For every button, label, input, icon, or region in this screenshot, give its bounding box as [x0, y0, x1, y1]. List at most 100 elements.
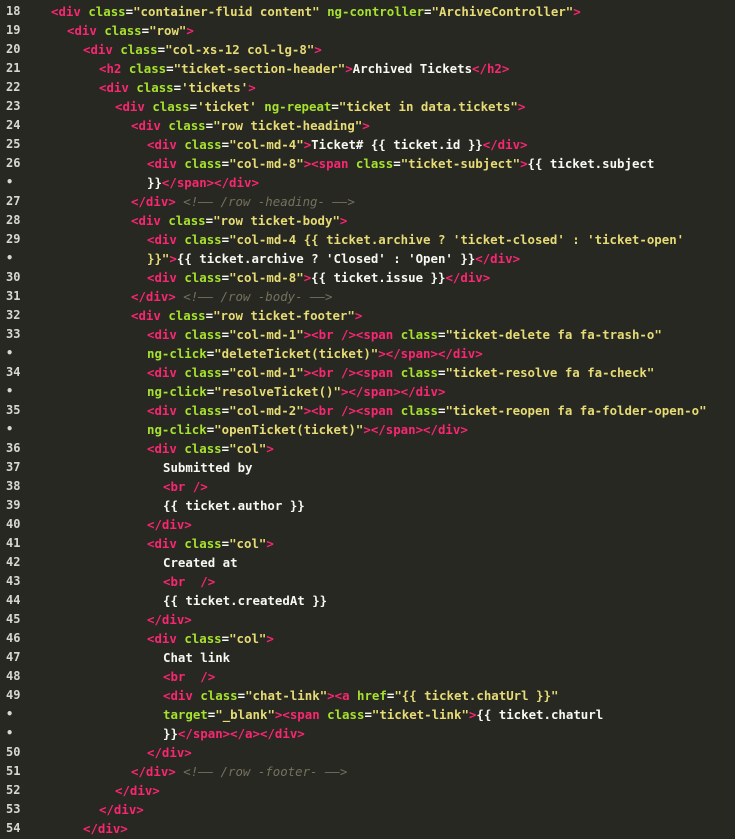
- code-token: <div: [147, 270, 185, 285]
- code-token: <div: [99, 80, 137, 95]
- code-line[interactable]: •}}</span></div>: [0, 173, 735, 192]
- code-line[interactable]: 53 </div>: [0, 800, 735, 819]
- code-editor[interactable]: 18 <div class="container-fluid content" n…: [0, 0, 735, 839]
- code-line[interactable]: • ng-click="openTicket(ticket)"></span></…: [0, 420, 735, 439]
- code-line[interactable]: 47 Chat link: [0, 648, 735, 667]
- code-line[interactable]: 42 Created at: [0, 553, 735, 572]
- code-line[interactable]: 50 </div>: [0, 743, 735, 762]
- code-line[interactable]: 36 <div class="col">: [0, 439, 735, 458]
- code-text[interactable]: ng-click="resolveTicket()"></span></div>: [147, 382, 445, 401]
- code-text[interactable]: <div class="row">: [67, 21, 194, 40]
- code-text[interactable]: <div class="col-xs-12 col-lg-8">: [83, 40, 322, 59]
- code-token: "row": [149, 23, 187, 38]
- code-token: "col-md-2": [229, 403, 304, 418]
- code-line[interactable]: 54 </div>: [0, 819, 735, 838]
- code-text[interactable]: {{ ticket.author }}: [163, 496, 305, 515]
- code-line[interactable]: 18 <div class="container-fluid content" n…: [0, 2, 735, 21]
- code-text[interactable]: </div> <!—— /row -body- ——>: [131, 287, 332, 306]
- code-text[interactable]: <div class="col">: [147, 534, 274, 553]
- code-text[interactable]: <div class='ticket' ng-repeat="ticket in…: [115, 97, 525, 116]
- code-text[interactable]: <br />: [163, 477, 208, 496]
- code-line[interactable]: 23 <div class='ticket' ng-repeat="ticket …: [0, 97, 735, 116]
- code-text[interactable]: <div class="col-md-1"><br /><span class=…: [147, 325, 662, 344]
- code-line[interactable]: 34 <div class="col-md-1"><br /><span clas…: [0, 363, 735, 382]
- code-line[interactable]: 28 <div class="row ticket-body">: [0, 211, 735, 230]
- code-line[interactable]: 43 <br />: [0, 572, 735, 591]
- code-line[interactable]: 41 <div class="col">: [0, 534, 735, 553]
- code-text[interactable]: <h2 class="ticket-section-header">Archiv…: [99, 59, 509, 78]
- code-text[interactable]: Submitted by: [163, 458, 253, 477]
- code-line[interactable]: • ng-click="deleteTicket(ticket)"></span>…: [0, 344, 735, 363]
- code-line[interactable]: 25 <div class="col-md-4">Ticket# {{ ticke…: [0, 135, 735, 154]
- code-text[interactable]: }}</span></div>: [147, 173, 259, 192]
- code-line[interactable]: 39 {{ ticket.author }}: [0, 496, 735, 515]
- code-line[interactable]: 26 <div class="col-md-8"><span class="tic…: [0, 154, 735, 173]
- code-text[interactable]: <div class="col-md-4">Ticket# {{ ticket.…: [147, 135, 528, 154]
- code-text[interactable]: ng-click="openTicket(ticket)"></span></d…: [147, 420, 468, 439]
- code-line[interactable]: 45 </div>: [0, 610, 735, 629]
- code-line[interactable]: 46 <div class="col">: [0, 629, 735, 648]
- code-text[interactable]: Created at: [163, 553, 238, 572]
- code-line[interactable]: 31 </div> <!—— /row -body- ——>: [0, 287, 735, 306]
- code-line[interactable]: 52 </div>: [0, 781, 735, 800]
- code-line[interactable]: • target="_blank"><span class="ticket-lin…: [0, 705, 735, 724]
- code-line[interactable]: 44 {{ ticket.createdAt }}: [0, 591, 735, 610]
- code-text[interactable]: <div class="chat-link"><a href="{{ ticke…: [163, 686, 558, 705]
- code-text[interactable]: <div class="col-md-4 {{ ticket.archive ?…: [147, 230, 684, 249]
- code-line[interactable]: 33 <div class="col-md-1"><br /><span clas…: [0, 325, 735, 344]
- line-number: 38: [6, 479, 21, 493]
- code-text[interactable]: </div> <!—— /row -footer- ——>: [131, 762, 347, 781]
- code-text[interactable]: <div class="col-md-8"><span class="ticke…: [147, 154, 654, 173]
- code-text[interactable]: </div>: [83, 819, 128, 838]
- code-line[interactable]: 19 <div class="row">: [0, 21, 735, 40]
- code-line[interactable]: 49 <div class="chat-link"><a href="{{ tic…: [0, 686, 735, 705]
- code-token: >: [266, 441, 274, 456]
- code-text[interactable]: </div>: [147, 743, 192, 762]
- code-text[interactable]: }}">{{ ticket.archive ? 'Closed' : 'Open…: [147, 249, 520, 268]
- code-line[interactable]: 48 <br />: [0, 667, 735, 686]
- code-text[interactable]: </div>: [99, 800, 144, 819]
- code-token: ><span: [303, 156, 356, 171]
- code-text[interactable]: <div class="col">: [147, 629, 274, 648]
- code-line[interactable]: • ng-click="resolveTicket()"></span></div…: [0, 382, 735, 401]
- code-line[interactable]: •}}">{{ ticket.archive ? 'Closed' : 'Ope…: [0, 249, 735, 268]
- code-text[interactable]: ng-click="deleteTicket(ticket)"></span><…: [147, 344, 483, 363]
- code-line[interactable]: 35 <div class="col-md-2"><br /><span clas…: [0, 401, 735, 420]
- code-line[interactable]: 32 <div class="row ticket-footer">: [0, 306, 735, 325]
- code-text[interactable]: }}</span></a></div>: [163, 724, 305, 743]
- line-number: 39: [6, 498, 21, 512]
- code-line[interactable]: 37 Submitted by: [0, 458, 735, 477]
- code-line[interactable]: 40 </div>: [0, 515, 735, 534]
- code-line[interactable]: 30 <div class="col-md-8">{{ ticket.issue …: [0, 268, 735, 287]
- code-line[interactable]: 20 <div class="col-xs-12 col-lg-8">: [0, 40, 735, 59]
- code-text[interactable]: <div class="row ticket-body">: [131, 211, 347, 230]
- line-number: 21: [6, 61, 21, 75]
- code-line[interactable]: 27 </div> <!—— /row -heading- ——>: [0, 192, 735, 211]
- code-text[interactable]: <div class="col-md-2"><br /><span class=…: [147, 401, 707, 420]
- code-text[interactable]: </div>: [147, 515, 192, 534]
- code-text[interactable]: <br />: [163, 572, 215, 591]
- code-line[interactable]: 21 <h2 class="ticket-section-header">Arch…: [0, 59, 735, 78]
- code-text[interactable]: {{ ticket.createdAt }}: [163, 591, 327, 610]
- code-text[interactable]: <div class="row ticket-footer">: [131, 306, 362, 325]
- code-text[interactable]: <div class="col">: [147, 439, 274, 458]
- code-text[interactable]: Chat link: [163, 648, 230, 667]
- code-text[interactable]: target="_blank"><span class="ticket-link…: [163, 705, 603, 724]
- code-token: ><br /><span: [303, 327, 401, 342]
- code-line[interactable]: 29 <div class="col-md-4 {{ ticket.archive…: [0, 230, 735, 249]
- code-text[interactable]: <div class='tickets'>: [99, 78, 256, 97]
- code-line[interactable]: 22 <div class='tickets'>: [0, 78, 735, 97]
- code-text[interactable]: <div class="row ticket-heading">: [131, 116, 370, 135]
- code-text[interactable]: </div> <!—— /row -heading- ——>: [131, 192, 355, 211]
- code-line[interactable]: 24 <div class="row ticket-heading">: [0, 116, 735, 135]
- code-line[interactable]: 51 </div> <!—— /row -footer- ——>: [0, 762, 735, 781]
- code-line[interactable]: 38 <br />: [0, 477, 735, 496]
- code-text[interactable]: </div>: [115, 781, 160, 800]
- code-text[interactable]: <div class="col-md-1"><br /><span class=…: [147, 363, 654, 382]
- code-text[interactable]: </div>: [147, 610, 192, 629]
- code-line[interactable]: •}}</span></a></div>: [0, 724, 735, 743]
- code-token: class: [184, 137, 222, 152]
- code-text[interactable]: <br />: [163, 667, 215, 686]
- code-text[interactable]: <div class="col-md-8">{{ ticket.issue }}…: [147, 268, 490, 287]
- code-text[interactable]: <div class="container-fluid content" ng-…: [51, 2, 581, 21]
